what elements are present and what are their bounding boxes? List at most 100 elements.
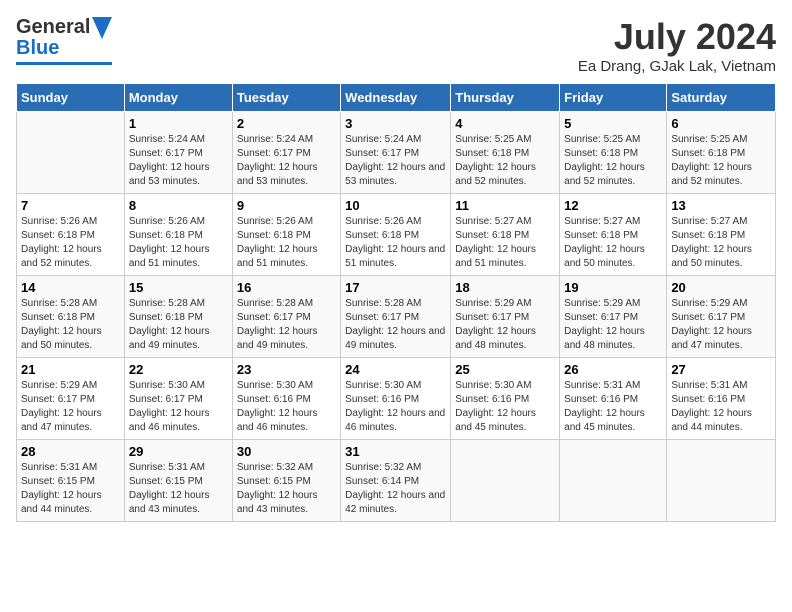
calendar-cell: 28Sunrise: 5:31 AMSunset: 6:15 PMDayligh…	[17, 440, 125, 522]
calendar-cell	[451, 440, 560, 522]
day-info: Sunrise: 5:29 AMSunset: 6:17 PMDaylight:…	[21, 379, 120, 435]
day-info: Sunrise: 5:28 AMSunset: 6:17 PMDaylight:…	[345, 297, 446, 353]
calendar-cell: 25 Sunrise: 5:30 AMSunset: 6:16 PMDayligh…	[451, 358, 560, 440]
calendar-header-row: Sunday Monday Tuesday Wednesday Thursday…	[17, 84, 776, 112]
day-number: 12	[564, 198, 662, 213]
col-monday: Monday	[124, 84, 232, 112]
day-number: 18	[455, 280, 555, 295]
calendar-cell: 23Sunrise: 5:30 AMSunset: 6:16 PMDayligh…	[232, 358, 340, 440]
day-info: Sunrise: 5:25 AMSunset: 6:18 PMDaylight:…	[455, 133, 555, 189]
calendar-cell: 11Sunrise: 5:27 AMSunset: 6:18 PMDayligh…	[451, 194, 560, 276]
day-number: 10	[345, 198, 446, 213]
day-info: Sunrise: 5:28 AMSunset: 6:17 PMDaylight:…	[237, 297, 336, 353]
calendar-cell: 17 Sunrise: 5:28 AMSunset: 6:17 PMDayligh…	[341, 276, 451, 358]
calendar-cell: 20Sunrise: 5:29 AMSunset: 6:17 PMDayligh…	[667, 276, 776, 358]
day-number: 5	[564, 116, 662, 131]
col-thursday: Thursday	[451, 84, 560, 112]
day-info: Sunrise: 5:31 AMSunset: 6:16 PMDaylight:…	[671, 379, 771, 435]
page-header: General Blue July 2024 Ea Drang, GJak La…	[16, 16, 776, 75]
calendar-week-row: 7 Sunrise: 5:26 AMSunset: 6:18 PMDaylight…	[17, 194, 776, 276]
day-number: 22	[129, 362, 228, 377]
day-info: Sunrise: 5:26 AMSunset: 6:18 PMDaylight:…	[21, 215, 120, 271]
col-saturday: Saturday	[667, 84, 776, 112]
calendar-cell: 15 Sunrise: 5:28 AMSunset: 6:18 PMDayligh…	[124, 276, 232, 358]
day-number: 14	[21, 280, 120, 295]
day-number: 21	[21, 362, 120, 377]
day-number: 25	[455, 362, 555, 377]
calendar-cell: 22 Sunrise: 5:30 AMSunset: 6:17 PMDayligh…	[124, 358, 232, 440]
day-number: 15	[129, 280, 228, 295]
day-number: 7	[21, 198, 120, 213]
day-info: Sunrise: 5:26 AMSunset: 6:18 PMDaylight:…	[237, 215, 336, 271]
day-number: 11	[455, 198, 555, 213]
logo-general: General	[16, 16, 90, 39]
calendar-cell: 7 Sunrise: 5:26 AMSunset: 6:18 PMDaylight…	[17, 194, 125, 276]
month-year: July 2024	[578, 16, 776, 58]
col-sunday: Sunday	[17, 84, 125, 112]
day-number: 31	[345, 444, 446, 459]
day-number: 17	[345, 280, 446, 295]
logo-arrow-icon	[92, 17, 112, 39]
day-number: 9	[237, 198, 336, 213]
day-info: Sunrise: 5:30 AMSunset: 6:16 PMDaylight:…	[345, 379, 446, 435]
day-info: Sunrise: 5:28 AMSunset: 6:18 PMDaylight:…	[129, 297, 228, 353]
calendar-cell: 18 Sunrise: 5:29 AMSunset: 6:17 PMDayligh…	[451, 276, 560, 358]
calendar-cell: 13 Sunrise: 5:27 AMSunset: 6:18 PMDayligh…	[667, 194, 776, 276]
day-info: Sunrise: 5:28 AMSunset: 6:18 PMDaylight:…	[21, 297, 120, 353]
day-number: 4	[455, 116, 555, 131]
calendar-week-row: 1 Sunrise: 5:24 AMSunset: 6:17 PMDaylight…	[17, 112, 776, 194]
day-number: 8	[129, 198, 228, 213]
calendar-cell: 5 Sunrise: 5:25 AMSunset: 6:18 PMDaylight…	[560, 112, 667, 194]
calendar-week-row: 21 Sunrise: 5:29 AMSunset: 6:17 PMDayligh…	[17, 358, 776, 440]
day-number: 19	[564, 280, 662, 295]
day-number: 29	[129, 444, 228, 459]
calendar-cell: 10Sunrise: 5:26 AMSunset: 6:18 PMDayligh…	[341, 194, 451, 276]
calendar-cell	[560, 440, 667, 522]
day-number: 30	[237, 444, 336, 459]
calendar-cell: 8 Sunrise: 5:26 AMSunset: 6:18 PMDaylight…	[124, 194, 232, 276]
logo: General Blue	[16, 16, 112, 65]
day-number: 27	[671, 362, 771, 377]
calendar-cell: 29 Sunrise: 5:31 AMSunset: 6:15 PMDayligh…	[124, 440, 232, 522]
title-block: July 2024 Ea Drang, GJak Lak, Vietnam	[578, 16, 776, 75]
day-info: Sunrise: 5:25 AMSunset: 6:18 PMDaylight:…	[671, 133, 771, 189]
calendar-cell: 26Sunrise: 5:31 AMSunset: 6:16 PMDayligh…	[560, 358, 667, 440]
calendar-cell: 24 Sunrise: 5:30 AMSunset: 6:16 PMDayligh…	[341, 358, 451, 440]
day-number: 2	[237, 116, 336, 131]
col-friday: Friday	[560, 84, 667, 112]
col-tuesday: Tuesday	[232, 84, 340, 112]
day-info: Sunrise: 5:29 AMSunset: 6:17 PMDaylight:…	[671, 297, 771, 353]
day-info: Sunrise: 5:25 AMSunset: 6:18 PMDaylight:…	[564, 133, 662, 189]
day-number: 24	[345, 362, 446, 377]
day-info: Sunrise: 5:27 AMSunset: 6:18 PMDaylight:…	[564, 215, 662, 271]
day-info: Sunrise: 5:24 AMSunset: 6:17 PMDaylight:…	[129, 133, 228, 189]
calendar-cell: 27 Sunrise: 5:31 AMSunset: 6:16 PMDayligh…	[667, 358, 776, 440]
calendar-cell: 1 Sunrise: 5:24 AMSunset: 6:17 PMDaylight…	[124, 112, 232, 194]
calendar-cell: 6Sunrise: 5:25 AMSunset: 6:18 PMDaylight…	[667, 112, 776, 194]
calendar-cell: 21 Sunrise: 5:29 AMSunset: 6:17 PMDayligh…	[17, 358, 125, 440]
calendar-cell	[17, 112, 125, 194]
day-info: Sunrise: 5:24 AMSunset: 6:17 PMDaylight:…	[345, 133, 446, 189]
day-info: Sunrise: 5:30 AMSunset: 6:16 PMDaylight:…	[237, 379, 336, 435]
day-info: Sunrise: 5:32 AMSunset: 6:14 PMDaylight:…	[345, 461, 446, 517]
day-info: Sunrise: 5:32 AMSunset: 6:15 PMDaylight:…	[237, 461, 336, 517]
day-info: Sunrise: 5:24 AMSunset: 6:17 PMDaylight:…	[237, 133, 336, 189]
day-info: Sunrise: 5:30 AMSunset: 6:17 PMDaylight:…	[129, 379, 228, 435]
day-info: Sunrise: 5:31 AMSunset: 6:15 PMDaylight:…	[129, 461, 228, 517]
day-info: Sunrise: 5:30 AMSunset: 6:16 PMDaylight:…	[455, 379, 555, 435]
day-info: Sunrise: 5:26 AMSunset: 6:18 PMDaylight:…	[129, 215, 228, 271]
day-number: 1	[129, 116, 228, 131]
calendar-cell: 9 Sunrise: 5:26 AMSunset: 6:18 PMDaylight…	[232, 194, 340, 276]
calendar-cell: 3Sunrise: 5:24 AMSunset: 6:17 PMDaylight…	[341, 112, 451, 194]
calendar-cell	[667, 440, 776, 522]
day-info: Sunrise: 5:29 AMSunset: 6:17 PMDaylight:…	[455, 297, 555, 353]
day-info: Sunrise: 5:27 AMSunset: 6:18 PMDaylight:…	[671, 215, 771, 271]
calendar-cell: 30 Sunrise: 5:32 AMSunset: 6:15 PMDayligh…	[232, 440, 340, 522]
calendar-cell: 19Sunrise: 5:29 AMSunset: 6:17 PMDayligh…	[560, 276, 667, 358]
day-number: 16	[237, 280, 336, 295]
day-number: 13	[671, 198, 771, 213]
day-info: Sunrise: 5:31 AMSunset: 6:16 PMDaylight:…	[564, 379, 662, 435]
calendar-cell: 2 Sunrise: 5:24 AMSunset: 6:17 PMDaylight…	[232, 112, 340, 194]
calendar-week-row: 28Sunrise: 5:31 AMSunset: 6:15 PMDayligh…	[17, 440, 776, 522]
calendar-cell: 4 Sunrise: 5:25 AMSunset: 6:18 PMDaylight…	[451, 112, 560, 194]
